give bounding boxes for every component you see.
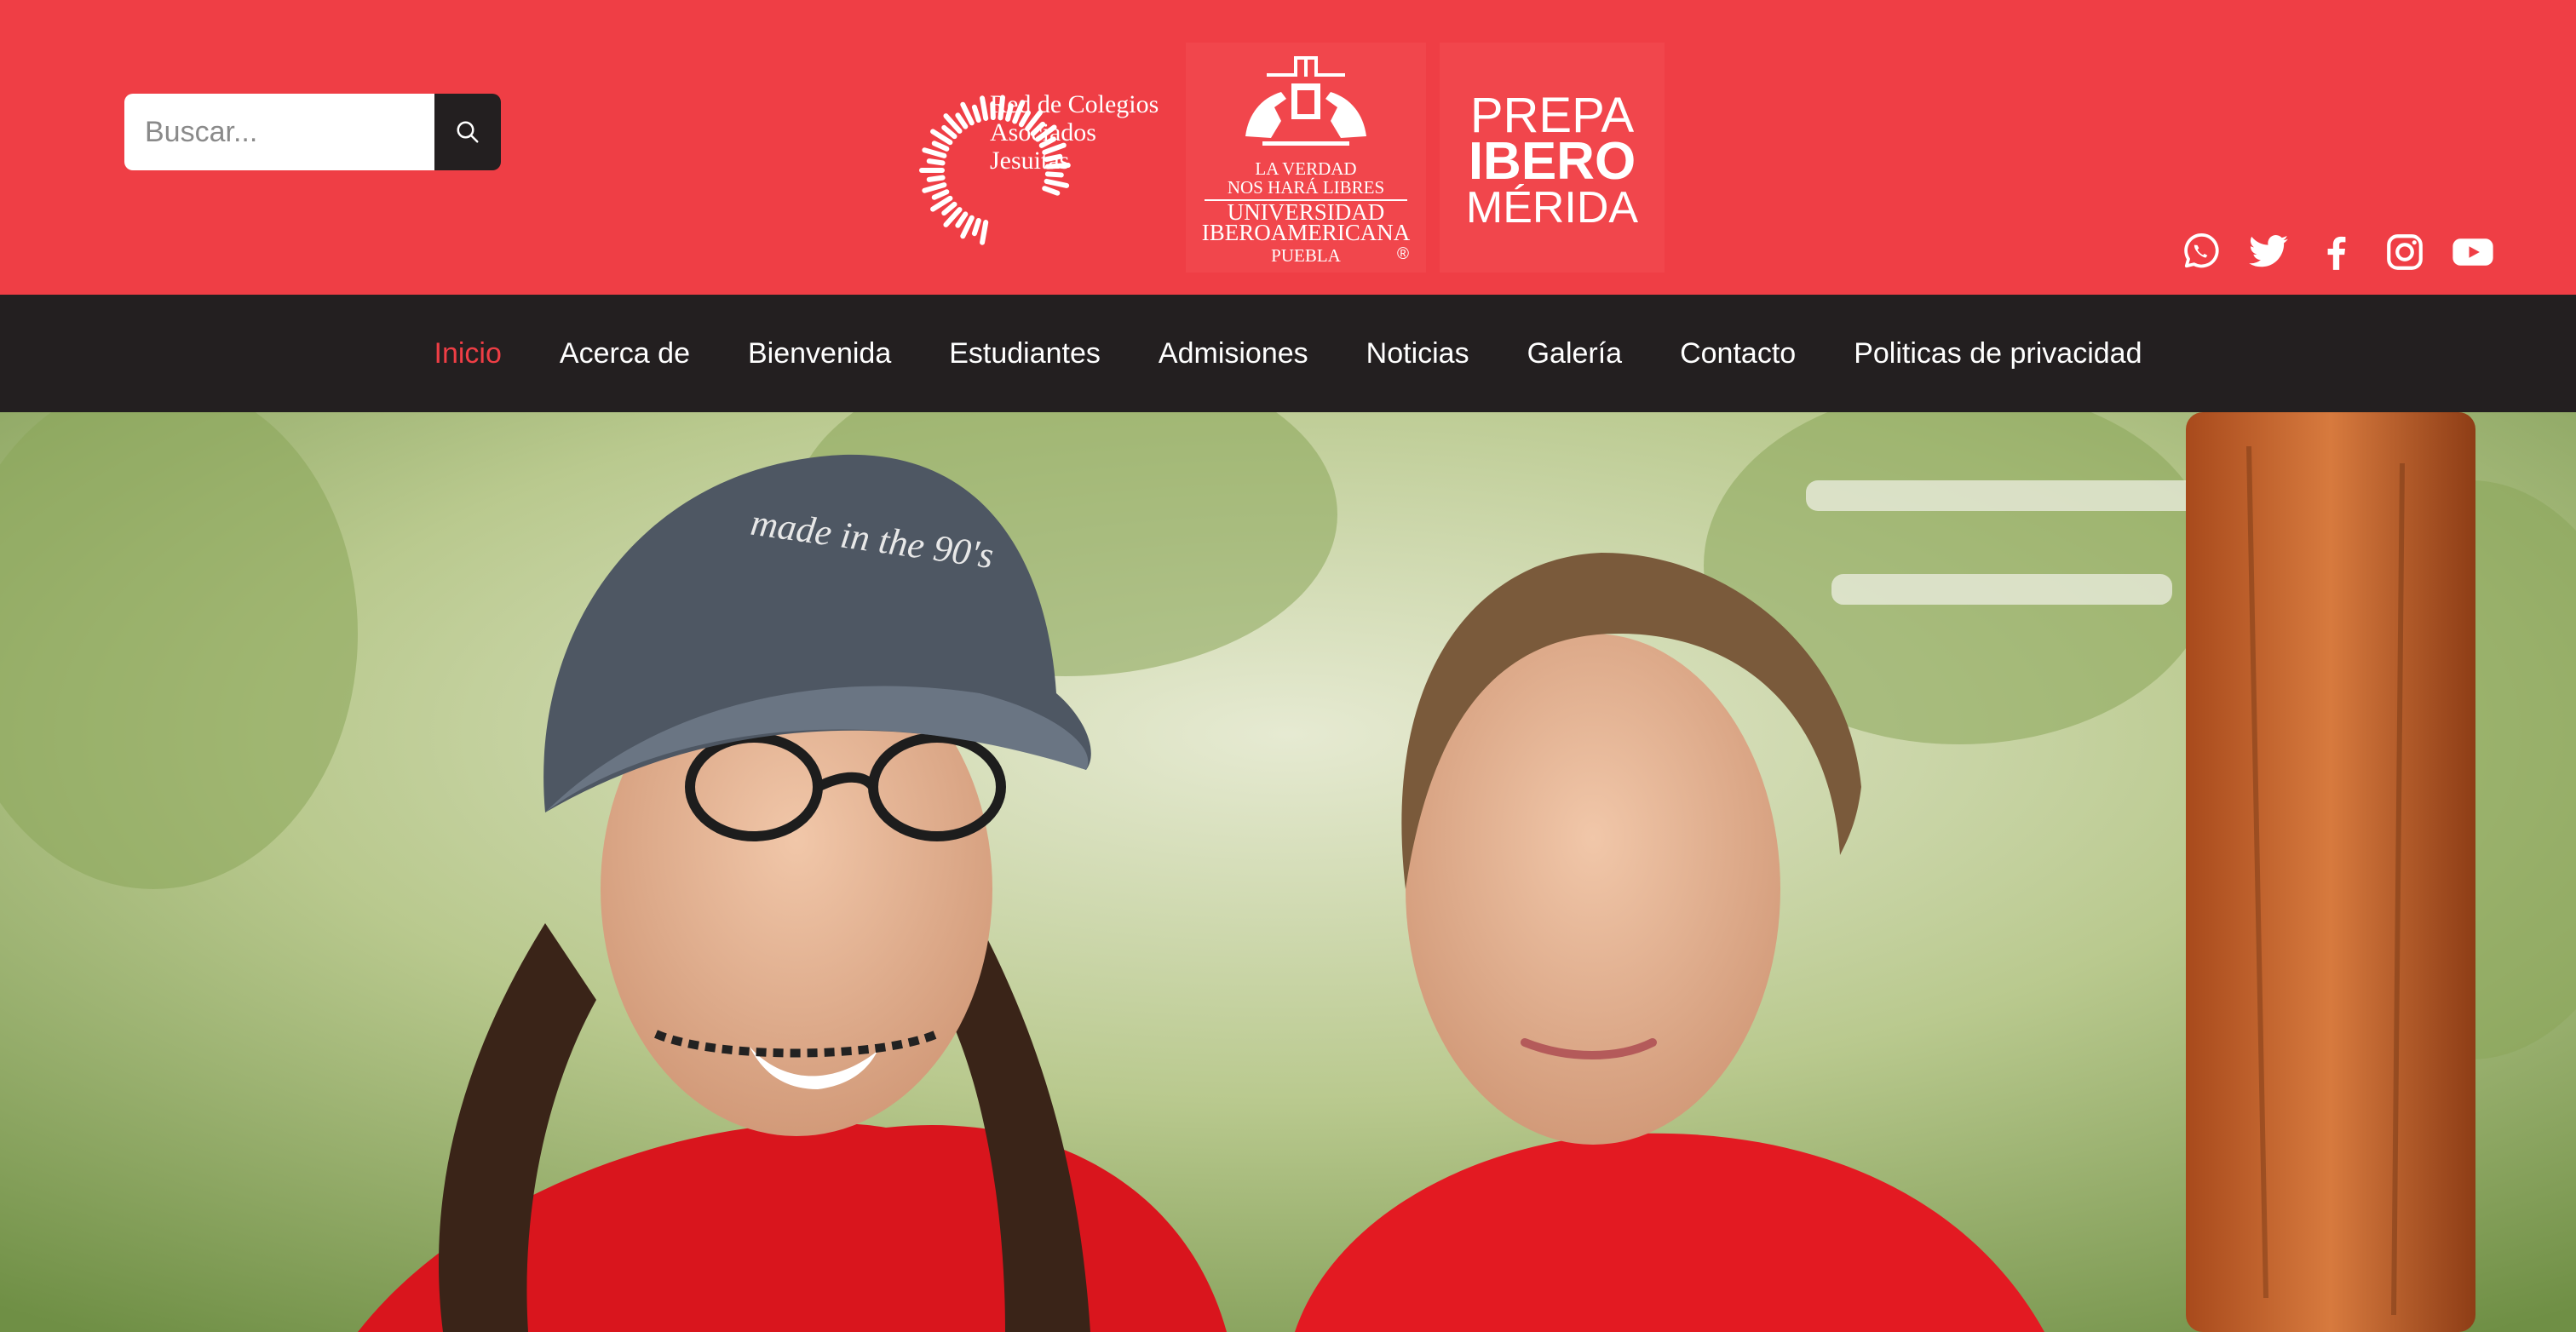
registered-mark: ®: [1397, 245, 1409, 263]
nav-item-politicas-de-privacidad[interactable]: Politicas de privacidad: [1825, 337, 2171, 370]
hero-photo: made in the 90's: [0, 412, 2576, 1332]
crcaj-logo-text: Red de Colegios Asociados Jesuitas: [990, 90, 1159, 175]
prepa-ibero-logo[interactable]: PREPA IBERO MÉRIDA: [1440, 43, 1665, 273]
nav-item-galeria[interactable]: Galería: [1498, 337, 1652, 370]
ibero-name-line2: IBEROAMERICANA: [1201, 220, 1411, 245]
nav-item-inicio[interactable]: Inicio: [405, 337, 531, 370]
crcaj-logo[interactable]: Red de Colegios Asociados Jesuitas: [913, 85, 1177, 255]
social-links: [2177, 228, 2496, 276]
nav-item-admisiones[interactable]: Admisiones: [1130, 337, 1337, 370]
twitter-icon[interactable]: [2245, 229, 2291, 275]
nav-item-bienvenida[interactable]: Bienvenida: [719, 337, 920, 370]
ibero-puebla-logo[interactable]: LA VERDAD NOS HARÁ LIBRES UNIVERSIDAD IB…: [1186, 43, 1426, 273]
nav-item-acerca-de[interactable]: Acerca de: [531, 337, 719, 370]
search-icon: [457, 121, 479, 143]
search-input[interactable]: [124, 94, 434, 170]
nav-item-noticias[interactable]: Noticias: [1337, 337, 1498, 370]
site-header: Red de Colegios Asociados Jesuitas LA VE…: [0, 0, 2576, 295]
ibero-campus: PUEBLA: [1271, 245, 1341, 266]
search-form: [124, 94, 501, 170]
instagram-icon[interactable]: [2382, 229, 2428, 275]
whatsapp-icon[interactable]: [2177, 229, 2223, 275]
nav-item-estudiantes[interactable]: Estudiantes: [920, 337, 1130, 370]
facebook-icon[interactable]: [2314, 229, 2360, 275]
search-button[interactable]: [434, 94, 501, 170]
nav-item-contacto[interactable]: Contacto: [1651, 337, 1825, 370]
hero-banner: made in the 90's: [0, 412, 2576, 1332]
ibero-motto-line2: NOS HARÁ LIBRES: [1227, 177, 1385, 198]
prepa-logo-line3: MÉRIDA: [1465, 183, 1639, 233]
ibero-crest-icon: [1245, 56, 1366, 146]
youtube-icon[interactable]: [2450, 229, 2496, 275]
main-nav: Inicio Acerca de Bienvenida Estudiantes …: [0, 295, 2576, 412]
